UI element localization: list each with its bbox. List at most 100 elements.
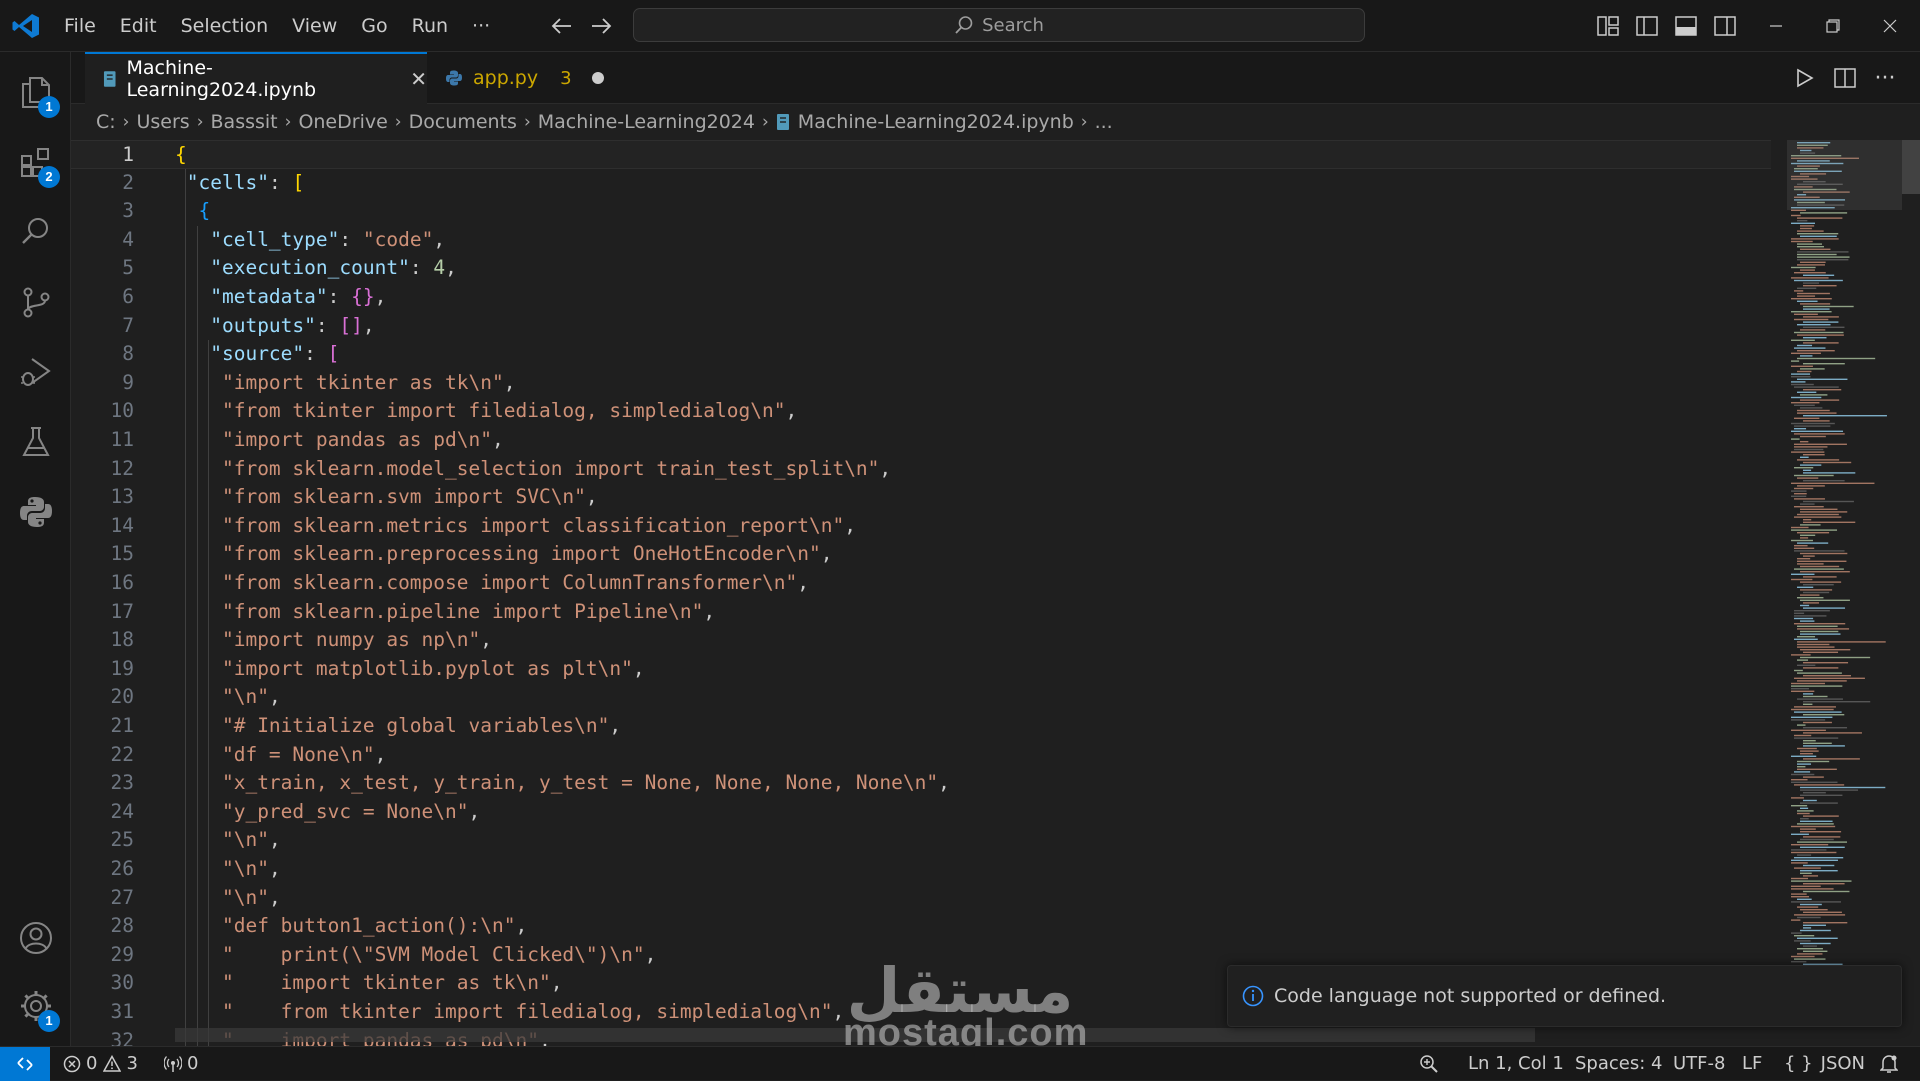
tab-close-icon[interactable]: ✕ — [410, 67, 427, 91]
ports-status[interactable]: 0 — [164, 1047, 198, 1080]
line-number: 30 — [110, 971, 134, 995]
customize-layout-icon[interactable] — [1593, 12, 1623, 40]
menu-run[interactable]: Run — [400, 15, 460, 37]
breadcrumb-item[interactable]: Machine-Learning2024.ipynb — [798, 111, 1074, 133]
code-line[interactable]: 26 "\n", — [71, 855, 1771, 884]
code-line[interactable]: 15 "from sklearn.preprocessing import On… — [71, 540, 1771, 569]
more-actions-icon[interactable]: ··· — [1870, 64, 1900, 92]
menu-more[interactable]: ··· — [460, 15, 502, 37]
code-line[interactable]: 11 "import pandas as pd\n", — [71, 426, 1771, 455]
cursor-position[interactable]: Ln 1, Col 1 — [1468, 1047, 1564, 1080]
notifications-bell-icon[interactable] — [1880, 1047, 1903, 1080]
code-line[interactable]: 3 { — [71, 197, 1771, 226]
menu-file[interactable]: File — [52, 15, 108, 37]
code-line[interactable]: 16 "from sklearn.compose import ColumnTr… — [71, 569, 1771, 598]
code-line[interactable]: 17 "from sklearn.pipeline import Pipelin… — [71, 598, 1771, 627]
code-line[interactable]: 18 "import numpy as np\n", — [71, 626, 1771, 655]
breadcrumb-item[interactable]: Basssit — [211, 111, 278, 133]
code-line[interactable]: 14 "from sklearn.metrics import classifi… — [71, 512, 1771, 541]
source-control-icon[interactable] — [0, 270, 71, 334]
search-view-icon[interactable] — [0, 200, 71, 264]
minimap-viewport[interactable] — [1787, 140, 1902, 210]
breadcrumb-item[interactable]: ... — [1095, 111, 1113, 133]
forward-arrow-icon[interactable] — [588, 14, 614, 38]
breadcrumb-item[interactable]: Documents — [409, 111, 517, 133]
code-line[interactable]: 8 "source": [ — [71, 340, 1771, 369]
code-line[interactable]: 19 "import matplotlib.pyplot as plt\n", — [71, 655, 1771, 684]
line-number: 11 — [110, 428, 134, 451]
menu-selection[interactable]: Selection — [169, 15, 281, 37]
vertical-scrollbar[interactable] — [1902, 140, 1920, 194]
code-line[interactable]: 24 "y_pred_svc = None\n", — [71, 798, 1771, 827]
minimap-line — [1791, 862, 1808, 864]
language-mode[interactable]: { } JSON — [1784, 1047, 1865, 1080]
menu-view[interactable]: View — [280, 15, 349, 37]
tab-machine-learning-notebook[interactable]: Machine-Learning2024.ipynb ✕ — [85, 52, 427, 104]
manage-gear-icon[interactable]: 1 — [0, 974, 71, 1038]
breadcrumb-item[interactable]: Machine-Learning2024 — [538, 111, 755, 133]
close-window-icon[interactable] — [1876, 12, 1904, 40]
toggle-primary-sidebar-icon[interactable] — [1632, 12, 1662, 40]
split-editor-icon[interactable] — [1830, 64, 1860, 92]
line-number: 16 — [110, 571, 134, 594]
code-line[interactable]: 12 "from sklearn.model_selection import … — [71, 455, 1771, 484]
minimap-line — [1797, 854, 1812, 856]
breadcrumb-item[interactable]: Users — [136, 111, 189, 133]
encoding-status[interactable]: UTF-8 — [1673, 1047, 1725, 1080]
menu-go[interactable]: Go — [349, 15, 399, 37]
code-line[interactable]: 9 "import tkinter as tk\n", — [71, 369, 1771, 398]
unsaved-dot-icon[interactable] — [591, 72, 604, 84]
code-line[interactable]: 7 "outputs": [], — [71, 312, 1771, 341]
code-line[interactable]: 13 "from sklearn.svm import SVC\n", — [71, 483, 1771, 512]
accounts-icon[interactable] — [0, 906, 71, 970]
code-line[interactable]: 20 "\n", — [71, 683, 1771, 712]
extensions-icon[interactable]: 2 — [0, 130, 71, 194]
minimap-line — [1803, 389, 1842, 391]
minimap-line — [1797, 698, 1843, 700]
minimap-line — [1797, 680, 1847, 682]
code-line[interactable]: 1{ — [71, 140, 1771, 169]
minimap-line — [1794, 550, 1845, 552]
problems-status[interactable]: 0 3 — [63, 1047, 138, 1080]
remote-indicator-icon[interactable] — [0, 1047, 50, 1081]
indentation-status[interactable]: Spaces: 4 — [1575, 1047, 1662, 1080]
code-line[interactable]: 21 "# Initialize global variables\n", — [71, 712, 1771, 741]
tab-app-py[interactable]: app.py 3 — [427, 52, 659, 104]
run-and-debug-icon[interactable] — [0, 340, 71, 404]
back-arrow-icon[interactable] — [549, 14, 575, 38]
zoom-icon[interactable] — [1419, 1047, 1444, 1080]
eol-status[interactable]: LF — [1742, 1047, 1762, 1080]
code-editor[interactable]: 1{2 "cells": [3 {4 "cell_type": "code", 5… — [71, 140, 1920, 1046]
breadcrumb-item[interactable]: C: — [96, 111, 116, 133]
breadcrumb-item[interactable]: OneDrive — [298, 111, 387, 133]
command-center-search[interactable]: Search — [633, 8, 1365, 42]
minimap-line — [1800, 820, 1833, 822]
code-line[interactable]: 2 "cells": [ — [71, 169, 1771, 198]
code-line[interactable]: 10 "from tkinter import filedialog, simp… — [71, 397, 1771, 426]
toggle-panel-icon[interactable] — [1671, 12, 1701, 40]
restore-icon[interactable] — [1819, 12, 1847, 40]
minimap-line — [1791, 851, 1837, 854]
python-icon[interactable] — [0, 480, 71, 544]
code-line[interactable]: 4 "cell_type": "code", — [71, 226, 1771, 255]
run-file-icon[interactable] — [1790, 64, 1820, 92]
minimap-line — [1803, 950, 1828, 952]
code-line[interactable]: 28 "def button1_action():\n", — [71, 912, 1771, 941]
code-line[interactable]: 23 "x_train, x_test, y_train, y_test = N… — [71, 769, 1771, 798]
code-line[interactable]: 5 "execution_count": 4, — [71, 254, 1771, 283]
minimap-line — [1791, 877, 1809, 880]
code-line[interactable]: 22 "df = None\n", — [71, 741, 1771, 770]
minimap[interactable] — [1787, 140, 1902, 1046]
minimize-icon[interactable] — [1762, 12, 1790, 40]
menu-edit[interactable]: Edit — [108, 15, 169, 37]
code-line[interactable]: 27 "\n", — [71, 884, 1771, 913]
minimap-line — [1791, 311, 1832, 313]
minimap-line — [1803, 363, 1845, 365]
explorer-icon[interactable]: 1 — [0, 60, 71, 124]
minimap-line — [1800, 786, 1886, 789]
toggle-secondary-sidebar-icon[interactable] — [1710, 12, 1740, 40]
testing-flask-icon[interactable] — [0, 410, 71, 474]
notification-toast[interactable]: Code language not supported or defined. — [1227, 965, 1902, 1027]
code-line[interactable]: 6 "metadata": {}, — [71, 283, 1771, 312]
code-line[interactable]: 25 "\n", — [71, 826, 1771, 855]
